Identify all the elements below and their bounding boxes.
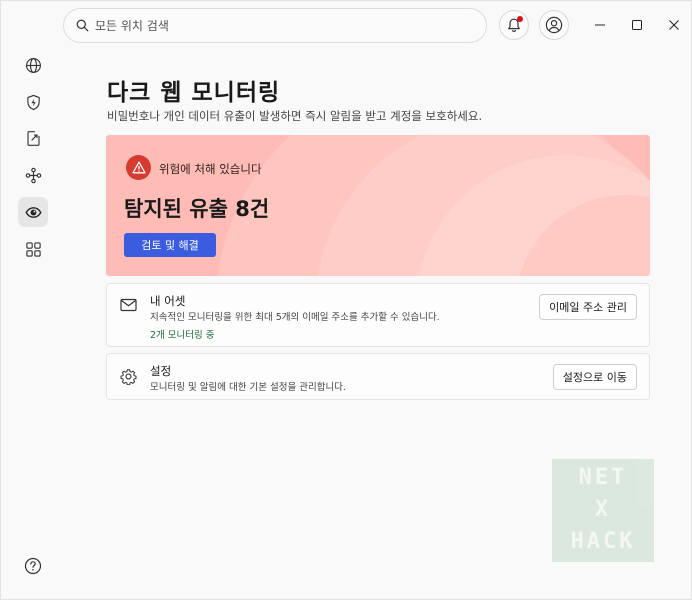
sidebar-item-web[interactable]	[18, 50, 48, 80]
search-input[interactable]	[95, 18, 455, 33]
close-button[interactable]	[661, 13, 687, 37]
risk-status-text: 위험에 처해 있습니다	[159, 162, 262, 176]
sidebar-item-export[interactable]	[18, 123, 48, 153]
search-icon	[76, 19, 89, 32]
shield-bolt-icon	[26, 94, 40, 110]
notification-badge	[517, 16, 523, 22]
search-bar[interactable]	[63, 8, 487, 43]
sidebar-item-protection[interactable]	[18, 87, 48, 117]
network-nodes-icon	[25, 167, 41, 183]
warning-badge	[126, 155, 151, 180]
mail-icon	[120, 298, 137, 312]
sidebar-item-dark-web-monitoring[interactable]	[18, 197, 48, 227]
file-export-icon	[26, 130, 40, 146]
help-icon[interactable]	[24, 557, 42, 575]
sidebar-item-apps[interactable]	[18, 234, 48, 264]
apps-grid-icon	[25, 241, 41, 257]
review-and-resolve-button[interactable]: 검토 및 해결	[124, 233, 216, 257]
minimize-icon	[595, 24, 605, 26]
sidebar-item-network[interactable]	[18, 160, 48, 190]
settings-title: 설정	[150, 364, 172, 378]
watermark-line-3: HACK	[570, 529, 636, 554]
assets-description: 지속적인 모니터링을 위한 최대 5개의 이메일 주소를 추가할 수 있습니다.	[150, 312, 440, 323]
settings-card: 설정 모니터링 및 알림에 대한 기본 설정을 관리합니다. 설정으로 이동	[106, 353, 650, 400]
assets-title: 내 어셋	[150, 294, 186, 308]
minimize-button[interactable]	[587, 13, 613, 37]
manage-email-button[interactable]: 이메일 주소 관리	[539, 294, 637, 320]
warning-triangle-icon	[131, 161, 146, 174]
breach-count: 탐지된 유출 8건	[124, 197, 270, 221]
page-subtitle: 비밀번호나 개인 데이터 유출이 발생하면 즉시 알림을 받고 계정을 보호하세…	[107, 109, 483, 123]
maximize-button[interactable]	[624, 13, 650, 37]
notifications-button[interactable]	[499, 10, 529, 40]
profile-button[interactable]	[539, 10, 569, 40]
watermark-line-1: NET	[578, 465, 628, 490]
gear-icon	[120, 369, 137, 385]
maximize-icon	[632, 20, 642, 30]
go-to-settings-button[interactable]: 설정으로 이동	[552, 364, 637, 390]
breach-alert-card: 위험에 처해 있습니다 탐지된 유출 8건 검토 및 해결	[106, 135, 650, 276]
settings-description: 모니터링 및 알림에 대한 기본 설정을 관리합니다.	[150, 382, 346, 393]
globe-icon	[25, 57, 41, 73]
user-icon	[545, 16, 563, 34]
eye-icon	[24, 206, 42, 218]
page-title: 다크 웹 모니터링	[107, 80, 281, 106]
my-assets-card: 내 어셋 지속적인 모니터링을 위한 최대 5개의 이메일 주소를 추가할 수 …	[106, 283, 650, 347]
watermark-logo: NET X HACK	[552, 459, 654, 562]
close-icon	[669, 20, 679, 30]
monitoring-status: 2개 모니터링 중	[150, 330, 215, 341]
watermark-line-2: X	[594, 497, 612, 522]
app-window: 다크 웹 모니터링 비밀번호나 개인 데이터 유출이 발생하면 즉시 알림을 받…	[0, 0, 692, 600]
